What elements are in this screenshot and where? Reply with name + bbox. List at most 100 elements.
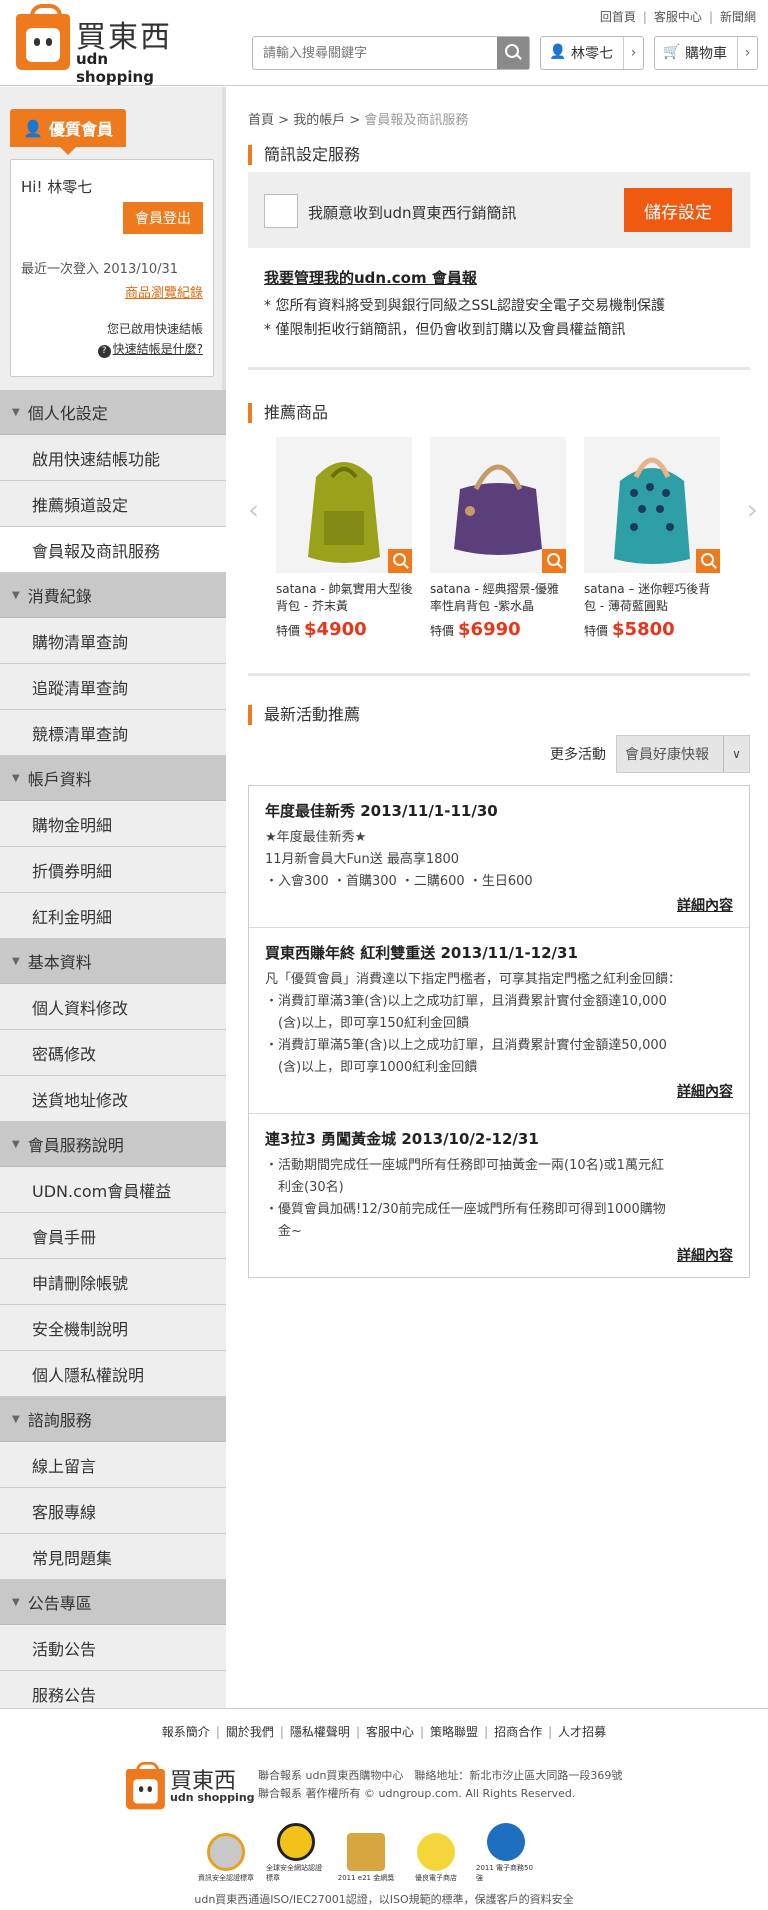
logo-english-text: udn shopping — [76, 50, 154, 86]
sidebar-item[interactable]: 客服專線 — [0, 1488, 226, 1534]
sidebar-item[interactable]: 送貨地址修改 — [0, 1076, 226, 1122]
sidebar-item[interactable]: 啟用快速結帳功能 — [0, 435, 226, 481]
product-card[interactable]: satana - 經典摺景-優雅率性肩背包 -紫水晶 特價 $6990 — [430, 437, 568, 640]
price-value: $6990 — [458, 619, 521, 640]
browse-history-link[interactable]: 商品瀏覽紀錄 — [125, 282, 203, 301]
menu-section-3[interactable]: ▼ 基本資料 — [0, 939, 226, 984]
price-value: $5800 — [612, 619, 675, 640]
sidebar-item[interactable]: 個人隱私權說明 — [0, 1351, 226, 1397]
sidebar-item[interactable]: 紅利金明細 — [0, 893, 226, 939]
product-image[interactable] — [276, 437, 412, 573]
search-input[interactable] — [253, 37, 493, 69]
price-label: 特價 — [584, 624, 609, 638]
zoom-icon[interactable] — [388, 549, 412, 573]
event-title[interactable]: 買東西賺年終 紅利雙重送 2013/11/1-12/31 — [265, 942, 733, 963]
sms-consent-checkbox[interactable] — [264, 194, 298, 228]
service-link[interactable]: 客服中心 — [654, 10, 702, 24]
sidebar-item[interactable]: 購物清單查詢 — [0, 618, 226, 664]
product-name[interactable]: satana - 帥氣實用大型後背包 - 芥末黃 — [276, 581, 414, 615]
news-link[interactable]: 新聞網 — [720, 10, 756, 24]
search-icon[interactable] — [497, 37, 529, 69]
cart-button[interactable]: 🛒 購物車 › — [654, 36, 758, 70]
menu-section-2[interactable]: ▼ 帳戶資料 — [0, 756, 226, 801]
events-section-title: 最新活動推薦 — [248, 705, 360, 725]
e21-award-badge-icon: 2011 e21 金網獎 — [336, 1823, 396, 1883]
footer-link[interactable]: 客服中心 — [366, 1725, 414, 1739]
sidebar-item[interactable]: 會員報及商訊服務 — [0, 527, 226, 573]
manage-newsletter-link[interactable]: 我要管理我的udn.com 會員報 — [264, 267, 477, 288]
quickpay-status: 您已啟用快速結帳 — [106, 322, 203, 336]
sidebar-item[interactable]: 安全機制說明 — [0, 1305, 226, 1351]
carousel-next-icon[interactable]: › — [747, 493, 758, 526]
user-menu-button[interactable]: 👤 林零七 › — [540, 36, 644, 70]
home-link[interactable]: 回首頁 — [600, 10, 636, 24]
price-label: 特價 — [430, 624, 455, 638]
event-title[interactable]: 年度最佳新秀 2013/11/1-11/30 — [265, 800, 733, 821]
sidebar-item[interactable]: UDN.com會員權益 — [0, 1167, 226, 1213]
breadcrumb-account[interactable]: 我的帳戶 — [293, 113, 345, 128]
member-icon: 👤 — [23, 118, 43, 138]
product-name[interactable]: satana - 經典摺景-優雅率性肩背包 -紫水晶 — [430, 581, 568, 615]
more-events-row: 更多活動 會員好康快報 ∨ — [550, 735, 750, 773]
menu-section-4[interactable]: ▼ 會員服務說明 — [0, 1122, 226, 1167]
breadcrumb-sep: > — [349, 113, 361, 128]
menu-section-0[interactable]: ▼ 個人化設定 — [0, 390, 226, 435]
top50-badge-icon: 2011 電子商務50強 — [476, 1823, 536, 1883]
footer-link[interactable]: 關於我們 — [226, 1725, 274, 1739]
sidebar-item[interactable]: 推薦頻道設定 — [0, 481, 226, 527]
footer-address: 聯合報系 udn買東西購物中心 聯絡地址：新北市汐止區大同路一段369號 — [258, 1769, 623, 1782]
breadcrumb-home[interactable]: 首頁 — [248, 113, 274, 128]
search-box — [252, 36, 530, 70]
sidebar-item[interactable]: 活動公告 — [0, 1625, 226, 1671]
product-image[interactable] — [430, 437, 566, 573]
event-details-link[interactable]: 詳細內容 — [265, 1245, 733, 1265]
sidebar-item[interactable]: 會員手冊 — [0, 1213, 226, 1259]
sidebar-item[interactable]: 競標清單查詢 — [0, 710, 226, 756]
sidebar-item[interactable]: 追蹤清單查詢 — [0, 664, 226, 710]
site-logo[interactable]: 買東西 udn shopping — [16, 4, 176, 86]
footer-link[interactable]: 人才招募 — [558, 1725, 606, 1739]
note-ssl: * 您所有資料將受到與銀行同級之SSL認證安全電子交易機制保護 — [264, 298, 666, 314]
footer-links: 報系簡介 | 關於我們 | 隱私權聲明 | 客服中心 | 策略聯盟 | 招商合作 | 人才招募 — [0, 1723, 768, 1740]
quickpay-help-link[interactable]: ? 快速結帳是什麼? — [97, 340, 203, 358]
event-details-link[interactable]: 詳細內容 — [265, 1081, 733, 1101]
sidebar-item[interactable]: 線上留言 — [0, 1442, 226, 1488]
product-name[interactable]: satana – 迷你輕巧後背包 - 薄荷藍圓點 — [584, 581, 722, 615]
menu-section-6[interactable]: ▼ 公告專區 — [0, 1580, 226, 1625]
divider — [248, 673, 750, 676]
sidebar-item[interactable]: 購物金明細 — [0, 801, 226, 847]
product-card[interactable]: satana - 帥氣實用大型後背包 - 芥末黃 特價 $4900 — [276, 437, 414, 640]
zoom-icon[interactable] — [696, 549, 720, 573]
footer-logo[interactable]: 買東西 udn shopping — [126, 1761, 256, 1813]
sgs-badge-icon: 資訊安全認證標章 — [196, 1823, 256, 1883]
cart-label: 購物車 — [685, 46, 727, 62]
footer-link[interactable]: 招商合作 — [494, 1725, 542, 1739]
product-image[interactable] — [584, 437, 720, 573]
event-line: ・優質會員加碼!12/30前完成任一座城門所有任務即可得到1000購物 — [265, 1202, 666, 1217]
badge-label: 全球安全網站認證標章 — [266, 1864, 322, 1882]
sidebar-item[interactable]: 常見問題集 — [0, 1534, 226, 1580]
logout-button[interactable]: 會員登出 — [123, 202, 203, 234]
footer-link[interactable]: 報系簡介 — [162, 1725, 210, 1739]
triangle-down-icon: ▼ — [12, 589, 20, 601]
event-title[interactable]: 連3拉3 勇闖黃金城 2013/10/2-12/31 — [265, 1128, 733, 1149]
event-line: ・消費訂單滿3筆(含)以上之成功訂單，且消費累計實付金額達10,000 — [265, 994, 667, 1009]
sidebar-item[interactable]: 個人資料修改 — [0, 984, 226, 1030]
chevron-right-icon: › — [623, 37, 643, 69]
menu-section-1[interactable]: ▼ 消費紀錄 — [0, 573, 226, 618]
sidebar-item[interactable]: 折價券明細 — [0, 847, 226, 893]
menu-section-title: 個人化設定 — [27, 404, 108, 423]
event-details-link[interactable]: 詳細內容 — [265, 895, 733, 915]
sidebar-item[interactable]: 密碼修改 — [0, 1030, 226, 1076]
footer-link[interactable]: 隱私權聲明 — [290, 1725, 350, 1739]
carousel-prev-icon[interactable]: ‹ — [248, 493, 259, 526]
sidebar-item[interactable]: 申請刪除帳號 — [0, 1259, 226, 1305]
footer-link[interactable]: 策略聯盟 — [430, 1725, 478, 1739]
menu-section-5[interactable]: ▼ 諮詢服務 — [0, 1397, 226, 1442]
save-settings-button[interactable]: 儲存設定 — [624, 188, 732, 232]
product-card[interactable]: satana – 迷你輕巧後背包 - 薄荷藍圓點 特價 $5800 — [584, 437, 722, 640]
event-category-select[interactable]: 會員好康快報 ∨ — [616, 735, 750, 773]
event-card: 年度最佳新秀 2013/11/1-11/30 ★年度最佳新秀★ 11月新會員大Fun… — [249, 786, 749, 928]
triangle-down-icon: ▼ — [12, 955, 20, 967]
zoom-icon[interactable] — [542, 549, 566, 573]
